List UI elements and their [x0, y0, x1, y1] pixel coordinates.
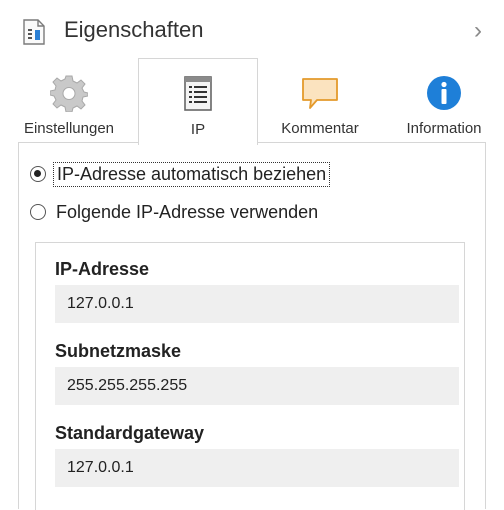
tab-ip[interactable]: IP — [138, 58, 258, 145]
tab-strip: Einstellungen IP Kommentar Information — [0, 58, 504, 145]
properties-page-icon — [23, 19, 45, 45]
subnet-mask-field[interactable]: 255.255.255.255 — [55, 367, 459, 405]
tab-label: Information — [406, 120, 482, 137]
list-document-icon — [179, 75, 217, 113]
default-gateway-label: Standardgateway — [55, 423, 205, 443]
subnet-mask-label: Subnetzmaske — [55, 341, 182, 361]
ip-settings-content: IP-Adresse automatisch beziehen Folgende… — [18, 142, 486, 510]
default-gateway-field[interactable]: 127.0.0.1 — [55, 449, 459, 487]
info-icon — [425, 74, 463, 112]
panel-header: Eigenschaften › — [0, 0, 504, 60]
tab-label: Kommentar — [281, 120, 359, 137]
radio-label: Folgende IP-Adresse verwenden — [56, 201, 319, 222]
radio-label: IP-Adresse automatisch beziehen — [53, 161, 331, 187]
radio-button[interactable] — [30, 204, 46, 220]
radio-button[interactable] — [30, 166, 46, 182]
ip-fields-group: IP-Adresse 127.0.0.1 Subnetzmaske 255.25… — [35, 242, 465, 510]
tab-label: IP — [190, 121, 206, 138]
tab-einstellungen[interactable]: Einstellungen — [0, 60, 138, 142]
tab-label: Einstellungen — [23, 120, 115, 137]
speech-bubble-icon — [301, 74, 339, 112]
tab-information[interactable]: Information — [384, 60, 504, 142]
collapse-chevron-icon[interactable]: › — [474, 17, 482, 45]
ip-address-label: IP-Adresse — [55, 259, 150, 279]
gear-icon — [49, 74, 89, 113]
properties-panel: Eigenschaften › Einstellungen IP Komment… — [0, 0, 504, 510]
radio-manual-ip[interactable]: Folgende IP-Adresse verwenden — [30, 198, 321, 226]
ip-address-field[interactable]: 127.0.0.1 — [55, 285, 459, 323]
radio-auto-ip[interactable]: IP-Adresse automatisch beziehen — [30, 160, 331, 188]
tab-kommentar[interactable]: Kommentar — [256, 60, 384, 142]
panel-title: Eigenschaften — [64, 17, 204, 42]
